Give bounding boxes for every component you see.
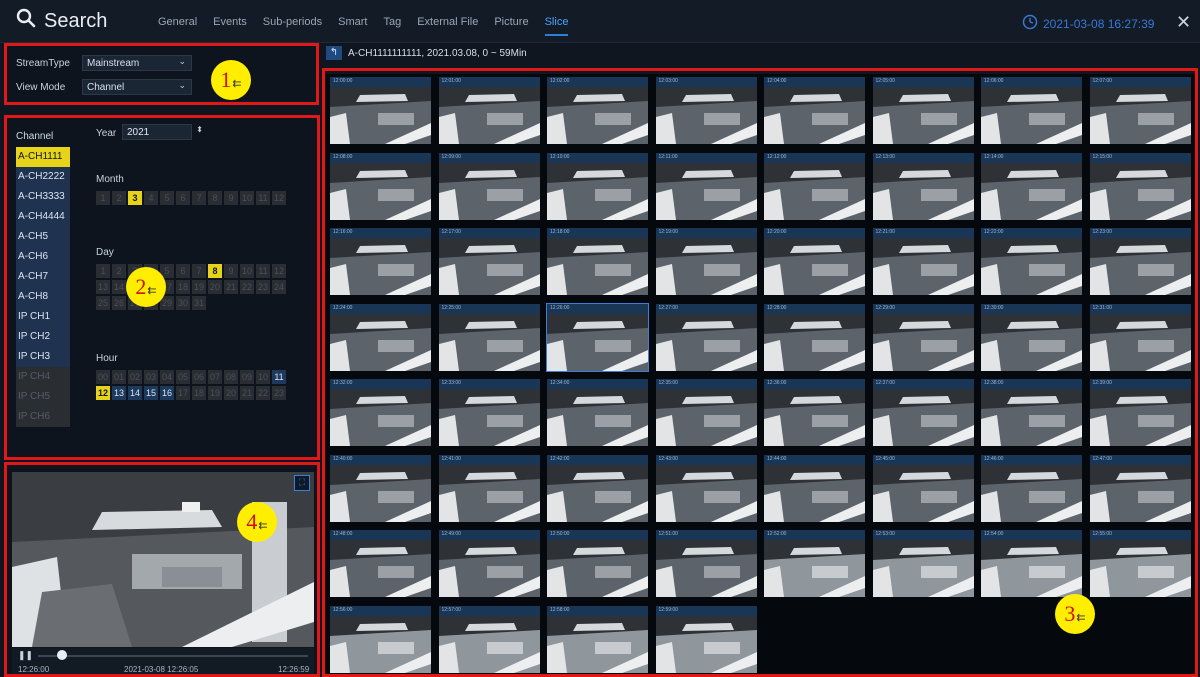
clock-icon (1022, 14, 1038, 33)
tab-slice[interactable]: Slice (537, 14, 577, 36)
tab-events[interactable]: Events (205, 14, 255, 36)
top-bar: Search General Events Sub-periods Smart Tag E… (0, 0, 1200, 43)
search-icon (16, 8, 36, 34)
search-title: Search (16, 8, 107, 34)
slice-path-bar: ↰ A-CH1111111111, 2021.03.08, 0 ~ 59Min (326, 44, 527, 62)
clock-datetime: 2021-03-08 16:27:39 (1043, 16, 1155, 31)
tab-general[interactable]: General (150, 14, 205, 36)
page-title: Search (44, 9, 108, 32)
callout-1: 1⇇ (211, 60, 251, 100)
tab-tag[interactable]: Tag (375, 14, 409, 36)
system-clock: 2021-03-08 16:27:39 (1022, 14, 1154, 33)
slice-path: A-CH1111111111, 2021.03.08, 0 ~ 59Min (348, 47, 527, 59)
annotation-box-1 (4, 43, 319, 105)
tab-external-file[interactable]: External File (409, 14, 486, 36)
tab-smart[interactable]: Smart (330, 14, 375, 36)
close-icon[interactable]: ✕ (1176, 12, 1191, 33)
tab-picture[interactable]: Picture (486, 14, 536, 36)
callout-2: 2⇇ (126, 267, 166, 307)
callout-3: 3⇇ (1055, 594, 1095, 634)
annotation-box-3 (322, 68, 1198, 677)
annotation-box-4 (4, 462, 320, 677)
tab-sub-periods[interactable]: Sub-periods (255, 14, 330, 36)
back-arrow-icon[interactable]: ↰ (326, 46, 342, 60)
callout-4: 4⇇ (237, 502, 277, 542)
search-tabs: General Events Sub-periods Smart Tag External… (150, 14, 576, 36)
